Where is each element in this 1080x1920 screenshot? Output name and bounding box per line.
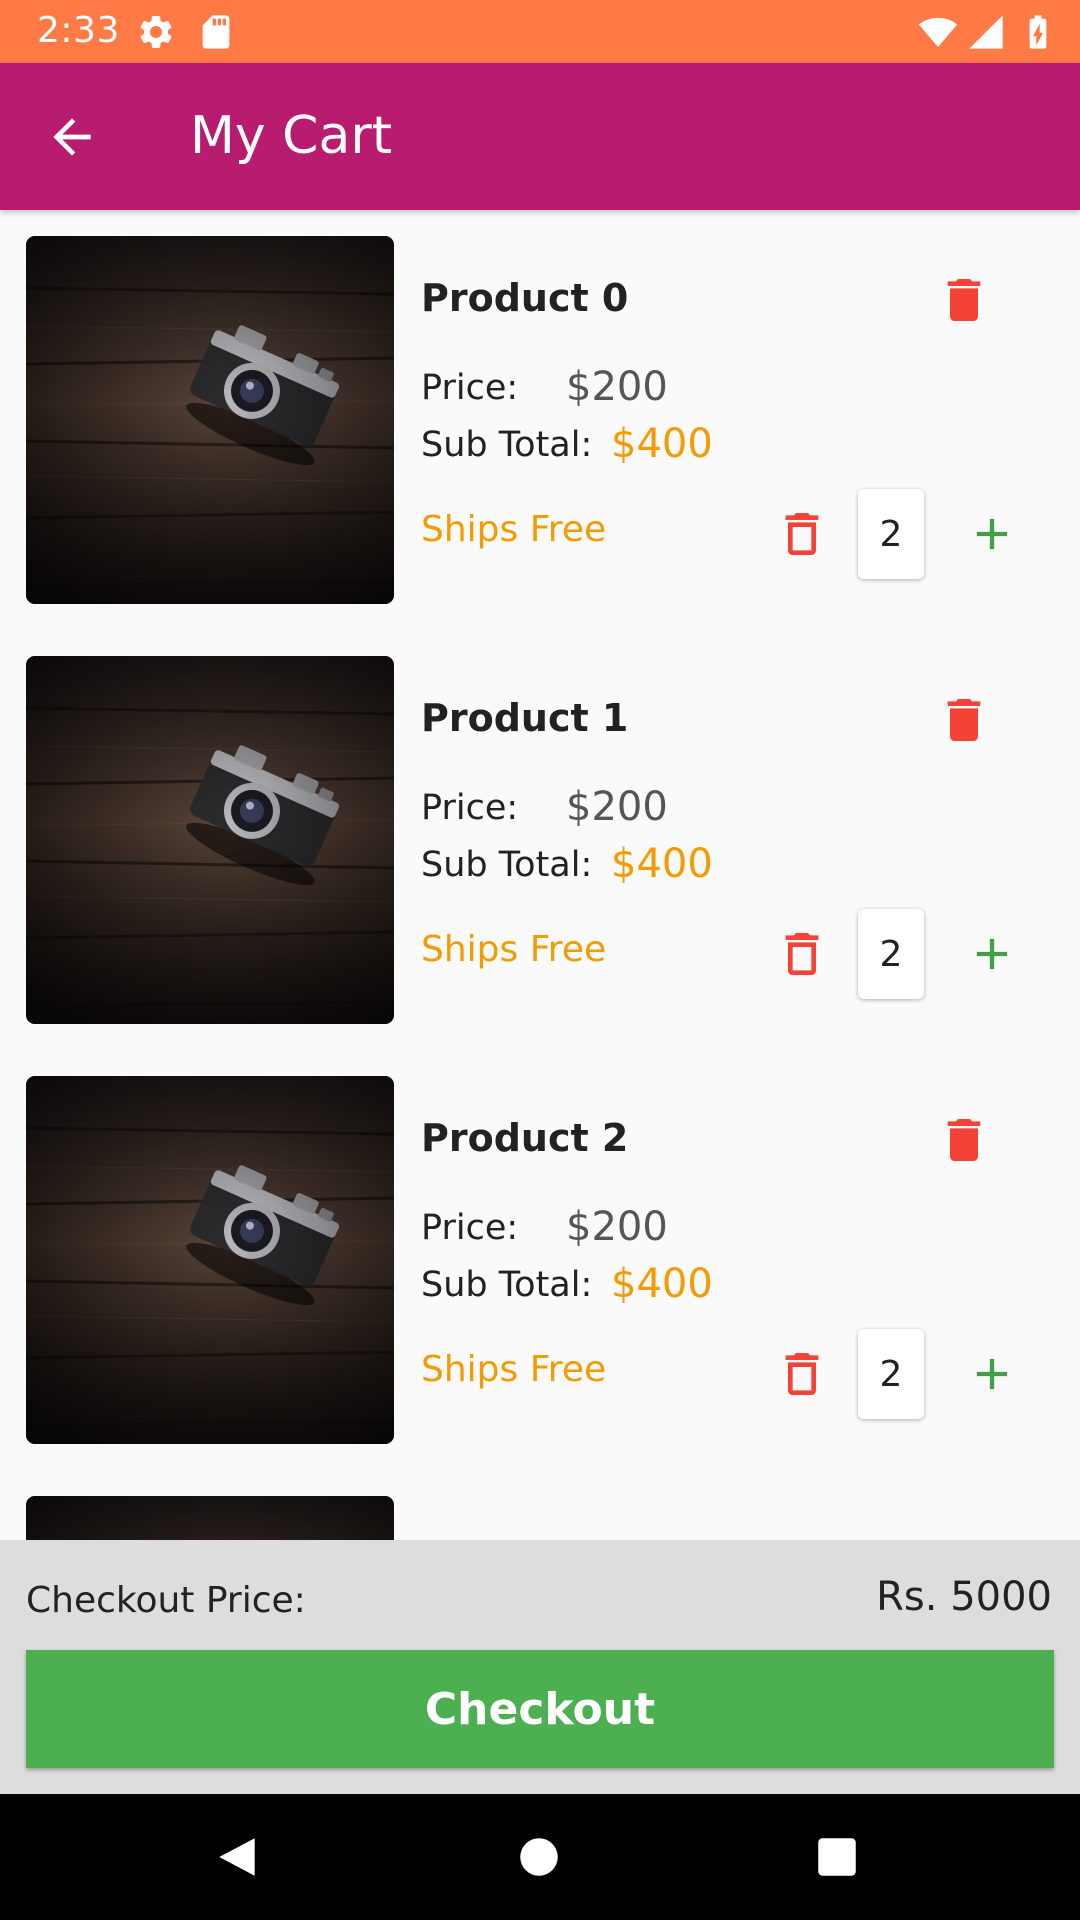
cart-item: Product 2 Price: $200 Sub Total: $400 Sh…: [26, 1076, 1054, 1444]
price-label: Price:: [421, 788, 519, 828]
decrease-quantity-icon[interactable]: [774, 926, 830, 982]
subtotal-row: Sub Total: $400: [421, 841, 713, 887]
price-row: Price: $200: [421, 784, 668, 830]
decrease-quantity-icon[interactable]: [774, 506, 830, 562]
product-name: Product 2: [421, 1116, 629, 1160]
subtotal-label: Sub Total:: [421, 425, 593, 465]
back-arrow-icon[interactable]: [44, 109, 100, 165]
checkout-price-label: Checkout Price:: [26, 1580, 306, 1621]
price-row: Price: $200: [421, 1204, 668, 1250]
nav-back-icon[interactable]: [213, 1832, 263, 1882]
price-label: Price:: [421, 368, 519, 408]
page-title: My Cart: [190, 106, 393, 166]
shipping-status: Ships Free: [421, 929, 607, 970]
battery-charging-icon: [1029, 15, 1047, 49]
price-value: $200: [566, 784, 668, 830]
delete-item-icon[interactable]: [936, 692, 992, 748]
price-value: $200: [566, 1204, 668, 1250]
product-name: Product 1: [421, 696, 629, 740]
price-value: $200: [566, 364, 668, 410]
subtotal-row: Sub Total: $400: [421, 421, 713, 467]
quantity-display: 2: [858, 909, 924, 999]
cart-item: Product 1 Price: $200 Sub Total: $400 Sh…: [26, 656, 1054, 1024]
product-image: [26, 656, 394, 1024]
delete-item-icon[interactable]: [936, 272, 992, 328]
delete-item-icon[interactable]: [936, 1112, 992, 1168]
increase-quantity-icon[interactable]: [966, 928, 1018, 980]
system-nav-bar: [0, 1794, 1080, 1920]
shipping-status: Ships Free: [421, 509, 607, 550]
subtotal-label: Sub Total:: [421, 845, 593, 885]
product-name: Product 0: [421, 276, 629, 320]
increase-quantity-icon[interactable]: [966, 1348, 1018, 1400]
subtotal-label: Sub Total:: [421, 1265, 593, 1305]
product-image: [26, 236, 394, 604]
price-row: Price: $200: [421, 364, 668, 410]
subtotal-value: $400: [611, 841, 713, 887]
shipping-status: Ships Free: [421, 1349, 607, 1390]
checkout-price-value: Rs. 5000: [876, 1574, 1052, 1620]
cell-signal-icon: [969, 15, 1003, 49]
nav-recents-icon[interactable]: [812, 1832, 862, 1882]
gear-icon: [140, 15, 172, 48]
quantity-display: 2: [858, 489, 924, 579]
subtotal-value: $400: [611, 1261, 713, 1307]
app-bar: My Cart: [0, 63, 1080, 210]
subtotal-value: $400: [611, 421, 713, 467]
subtotal-row: Sub Total: $400: [421, 1261, 713, 1307]
cart-list[interactable]: Product 0 Price: $200 Sub Total: $400 Sh…: [0, 210, 1080, 1540]
price-label: Price:: [421, 1208, 519, 1248]
sd-card-icon: [202, 15, 230, 49]
product-image: [26, 1076, 394, 1444]
quantity-display: 2: [858, 1329, 924, 1419]
nav-home-icon[interactable]: [514, 1832, 564, 1882]
increase-quantity-icon[interactable]: [966, 508, 1018, 560]
cart-item-partial: [26, 1496, 1054, 1540]
product-image: [26, 1496, 394, 1540]
status-bar: 2:33: [0, 0, 1080, 63]
checkout-button[interactable]: Checkout: [26, 1650, 1054, 1768]
status-time: 2:33: [37, 10, 120, 51]
decrease-quantity-icon[interactable]: [774, 1346, 830, 1402]
cart-item: Product 0 Price: $200 Sub Total: $400 Sh…: [26, 236, 1054, 604]
wifi-icon: [918, 17, 958, 47]
checkout-panel: Checkout Price: Rs. 5000 Checkout: [0, 1540, 1080, 1794]
